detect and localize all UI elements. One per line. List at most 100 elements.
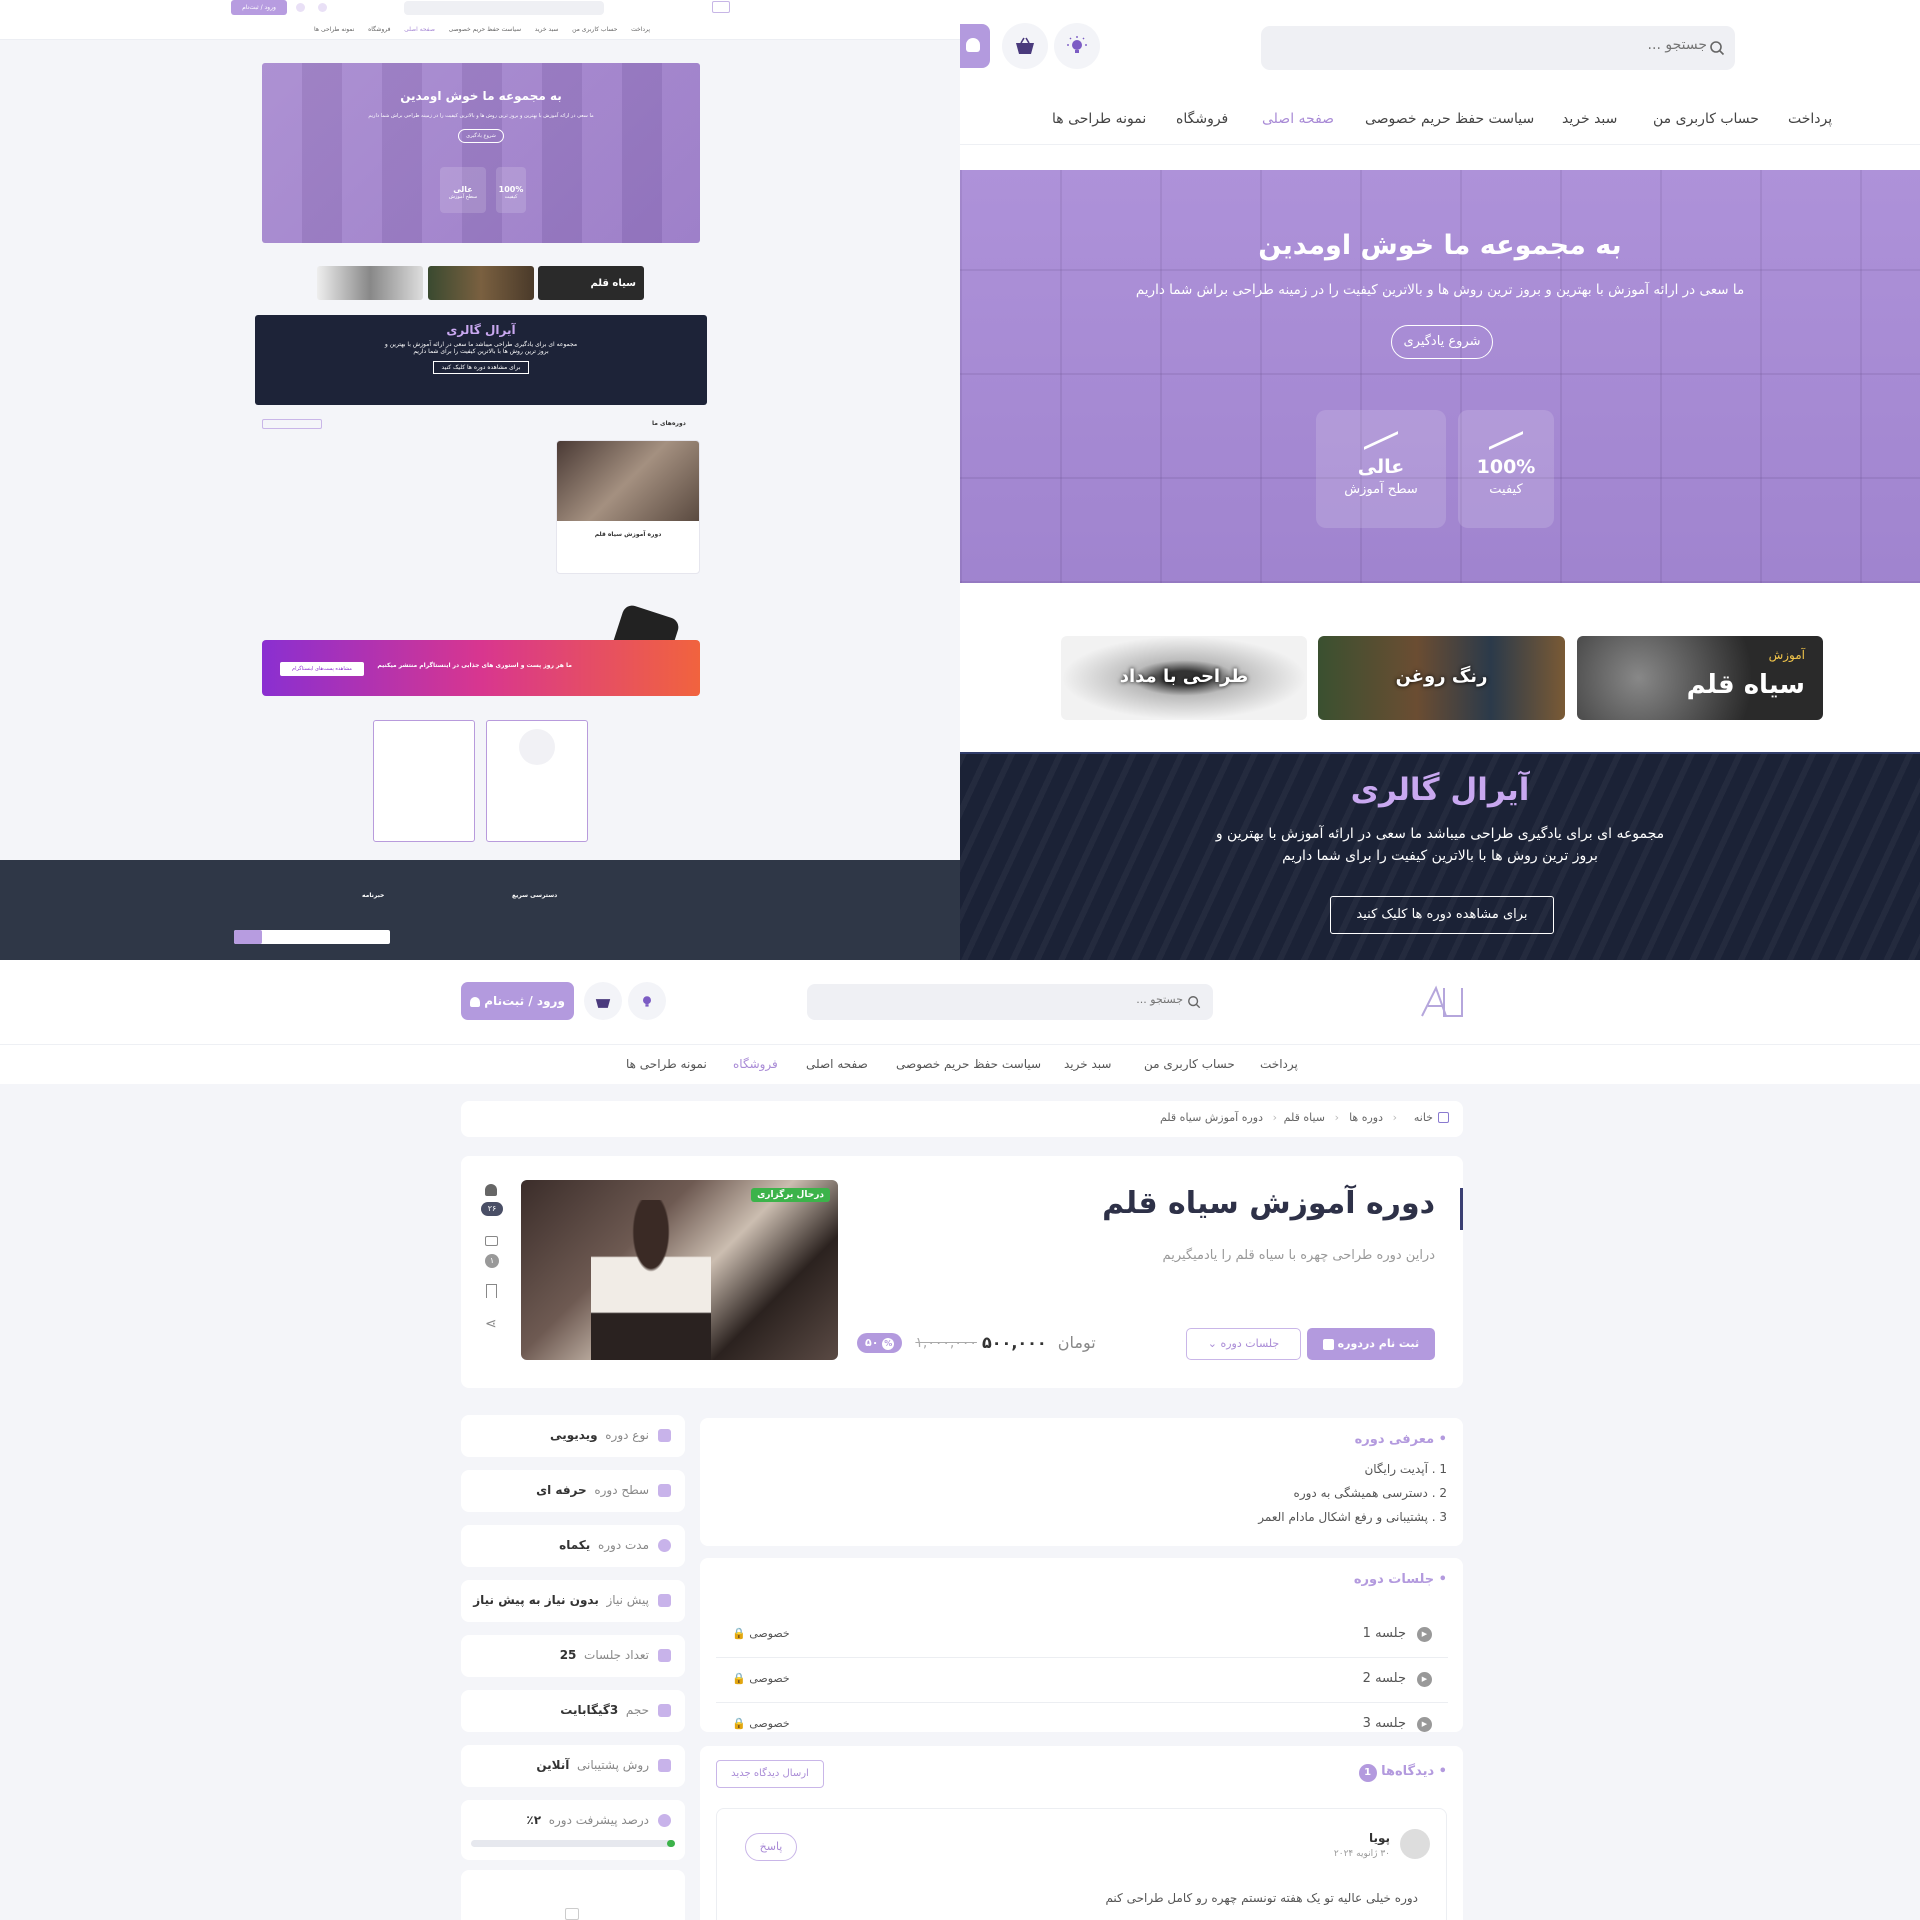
mini-nav-item[interactable]: حساب کاربری من (572, 26, 617, 33)
video-icon (658, 1649, 671, 1662)
homepage-zoom: پرداخت حساب کاربری من سبد خرید سیاست حفظ… (960, 0, 1920, 960)
mini-nav-item[interactable]: نمونه طراحی ها (314, 26, 354, 33)
nav-item-payment[interactable]: پرداخت (1260, 1057, 1298, 1071)
students-icon (485, 1184, 497, 1196)
category-oil[interactable]: رنگ روغن (1318, 636, 1565, 720)
nav-item-privacy[interactable]: سیاست حفظ حریم خصوصی (896, 1057, 1041, 1071)
mini-category-oil[interactable] (428, 266, 534, 300)
nav-item-shop[interactable]: فروشگاه (733, 1057, 778, 1071)
mini-hero-subtitle: ما سعی در ارائه آموزش با بهترین و بروز ت… (368, 113, 594, 119)
nav-item-privacy[interactable]: سیاست حفظ حریم خصوصی (1365, 111, 1534, 127)
session-row[interactable]: ▶ جلسه 2 🔒 خصوصی (716, 1658, 1448, 1703)
search-bar[interactable] (807, 984, 1213, 1020)
session-row[interactable]: ▶ جلسه 1 🔒 خصوصی (716, 1613, 1448, 1658)
comment-date: ۳۰ ژانویه ۲۰۲۴ (1333, 1849, 1390, 1859)
search-input[interactable] (843, 993, 1183, 1006)
session-row[interactable]: ▶ جلسه 3 🔒 خصوصی (716, 1703, 1448, 1748)
mini-instagram-text: ما هر روز پست و استوری های جذابی در اینس… (377, 662, 572, 669)
mini-empty-box (486, 720, 588, 842)
share-icon[interactable]: ⋖ (485, 1316, 497, 1332)
intro-item: 2 . دسترسی همیشگی به دوره (1293, 1486, 1447, 1500)
mini-newsletter-button[interactable] (234, 930, 262, 944)
mini-gallery-title: آیرال گالری (446, 323, 516, 337)
gallery-text: بروز ترین روش ها با بالاترین کیفیت را بر… (1282, 848, 1598, 864)
mini-nav-item[interactable]: فروشگاه (368, 26, 390, 33)
avatar (1400, 1829, 1430, 1859)
nav-item-account[interactable]: حساب کاربری من (1144, 1057, 1235, 1071)
breadcrumb-item[interactable]: سیاه قلم (1284, 1111, 1325, 1124)
mini-cart-icon[interactable] (296, 3, 305, 12)
info-value: 3گیگابایت (560, 1703, 619, 1717)
mini-stat-quality: 100% کیفیت (496, 167, 526, 213)
title-accent-bar (1460, 1188, 1463, 1230)
theme-toggle-button[interactable] (1054, 23, 1100, 69)
login-button[interactable]: ورود / ثبت‌نام (461, 982, 574, 1020)
mini-gallery-text: بروز ترین روش ها با بالاترین کیفیت را بر… (413, 348, 549, 355)
old-price: ۱,۰۰۰,۰۰۰ (915, 1334, 977, 1351)
mini-theme-icon[interactable] (318, 3, 327, 12)
course-subtitle: دراین دوره طراحی چهره با سیاه قلم را یاد… (1162, 1248, 1435, 1263)
mini-empty-box (373, 720, 475, 842)
image-placeholder-icon (519, 729, 555, 765)
info-label: مدت دوره یکماه (559, 1538, 649, 1552)
nav-item-cart[interactable]: سبد خرید (1562, 111, 1617, 127)
stat-card-level: عالی سطح آموزش (1316, 410, 1446, 528)
mini-gallery-cta[interactable]: برای مشاهده دوره ها کلیک کنید (433, 361, 529, 374)
mini-course-card[interactable]: دوره آموزش سیاه قلم (556, 440, 700, 574)
category-title: سیاه قلم (1686, 670, 1805, 700)
nav-item-account[interactable]: حساب کاربری من (1653, 111, 1759, 127)
mini-all-courses-button[interactable] (262, 419, 322, 429)
nav-item-shop[interactable]: فروشگاه (1176, 111, 1228, 127)
stat-label: کیفیت (1489, 482, 1523, 497)
mini-nav-item[interactable]: سیاست حفظ حریم خصوصی (449, 26, 522, 33)
category-ink[interactable]: آموزش سیاه قلم (1577, 636, 1823, 720)
info-value: حرفه ای (536, 1483, 587, 1497)
cart-button[interactable] (1002, 23, 1048, 69)
site-logo-icon[interactable] (1420, 984, 1464, 1018)
mini-hero-cta[interactable]: شروع یادگیری (458, 129, 504, 143)
mini-stat-label: کیفیت (504, 194, 518, 200)
cart-button[interactable] (584, 982, 622, 1020)
nav-item-payment[interactable]: پرداخت (1788, 111, 1832, 127)
clock-icon (658, 1539, 671, 1552)
nav-item-home[interactable]: صفحه اصلی (1262, 111, 1334, 127)
mini-category-pencil[interactable] (317, 266, 423, 300)
new-comment-button[interactable]: ارسال دیدگاه جدید (716, 1760, 824, 1788)
nav-item-cart[interactable]: سبد خرید (1064, 1057, 1111, 1071)
gallery-cta-button[interactable]: برای مشاهده دوره ها کلیک کنید (1330, 896, 1554, 934)
play-icon: ▶ (1417, 1672, 1432, 1687)
image-placeholder-icon (565, 1908, 579, 1920)
enroll-button[interactable]: ثبت نام دردوره (1307, 1328, 1435, 1360)
mini-nav-item[interactable]: سبد خرید (535, 26, 559, 33)
comments-icon (485, 1236, 498, 1246)
nav-item-samples[interactable]: نمونه طراحی ها (626, 1057, 707, 1071)
mini-nav-item[interactable]: پرداخت (631, 26, 650, 33)
mini-nav-item[interactable]: صفحه اصلی (404, 26, 435, 33)
sessions-dropdown-button[interactable]: ⌄ جلسات دوره (1186, 1328, 1301, 1360)
progress-icon (658, 1814, 671, 1827)
mini-instagram-button[interactable]: مشاهده پست‌های اینستاگرام (280, 662, 364, 676)
breadcrumb-item[interactable]: دوره ها (1349, 1111, 1383, 1124)
info-label: سطح دوره حرفه ای (536, 1483, 649, 1497)
search-input[interactable] (1327, 37, 1707, 53)
breadcrumb: خانه ‹ دوره ها ‹ سیاه قلم ‹ دوره آموزش س… (461, 1101, 1463, 1137)
progress-fill (667, 1840, 675, 1847)
students-count-badge: ۲۶ (481, 1202, 503, 1216)
nav-item-samples[interactable]: نمونه طراحی ها (1052, 111, 1146, 127)
user-icon (470, 996, 481, 1007)
theme-toggle-button[interactable] (628, 982, 666, 1020)
category-kicker: آموزش (1768, 648, 1805, 662)
mini-search-input[interactable] (404, 1, 604, 15)
search-bar[interactable] (1261, 26, 1735, 70)
login-button-partial[interactable] (960, 24, 990, 68)
nav-item-home[interactable]: صفحه اصلی (806, 1057, 868, 1071)
category-pencil[interactable]: طراحی با مداد (1061, 636, 1307, 720)
breadcrumb-item[interactable]: خانه (1414, 1111, 1433, 1124)
search-icon (1188, 996, 1201, 1009)
hero-cta-button[interactable]: شروع یادگیری (1391, 325, 1493, 359)
mini-category-ink[interactable]: سیاه قلم (538, 266, 644, 300)
bookmark-icon[interactable] (486, 1284, 497, 1298)
mini-login-button[interactable]: ورود / ثبت‌نام (231, 0, 287, 15)
reply-button[interactable]: پاسخ (745, 1833, 797, 1861)
mini-logo-icon[interactable] (712, 1, 730, 13)
